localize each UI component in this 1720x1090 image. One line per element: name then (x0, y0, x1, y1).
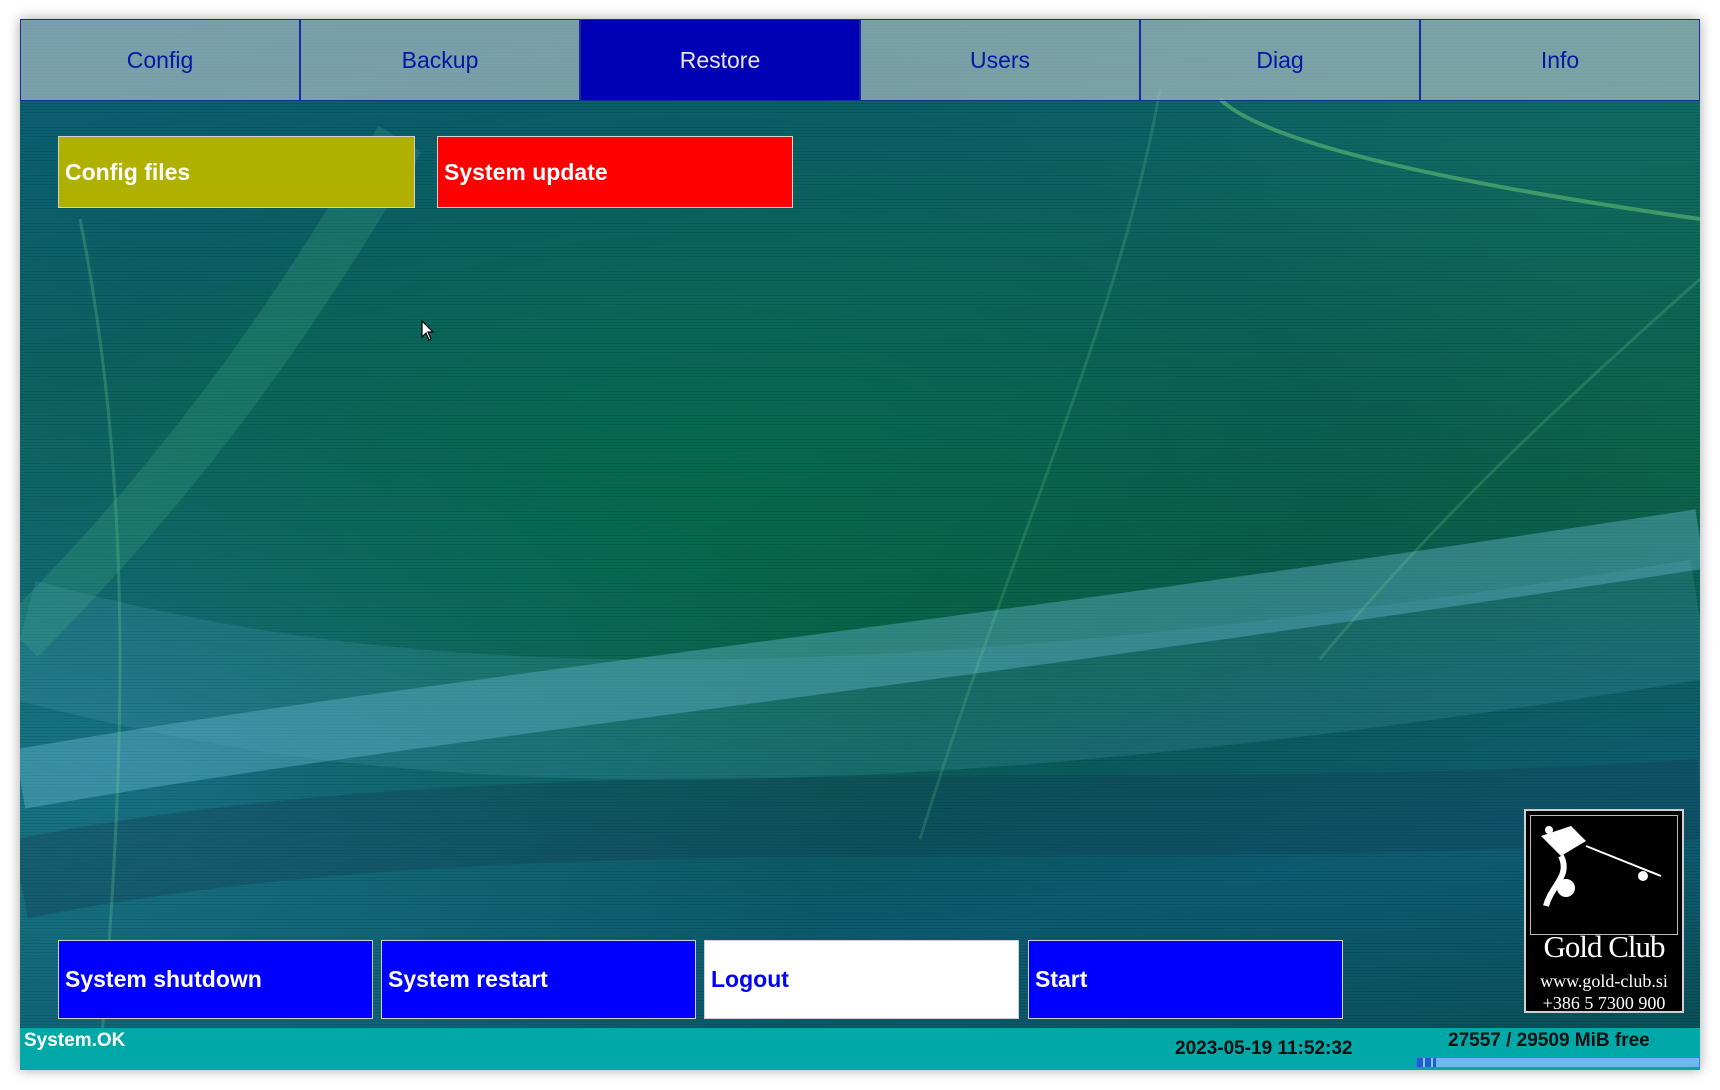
disk-usage-fill (1417, 1058, 1436, 1067)
system-shutdown-button[interactable]: System shutdown (58, 940, 373, 1019)
clock-display: 2023-05-19 11:52:32 (1175, 1038, 1353, 1059)
logo-artwork (1530, 815, 1678, 935)
system-status-text: System.OK (24, 1030, 126, 1051)
tab-info[interactable]: Info (1420, 19, 1700, 101)
tab-config[interactable]: Config (20, 19, 300, 101)
gold-club-logo: Gold Club www.gold-club.si +386 5 7300 9… (1524, 809, 1684, 1013)
status-bar: System.OK 2023-05-19 11:52:32 27557 / 29… (20, 1028, 1700, 1070)
mouse-pointer-icon (421, 320, 435, 341)
config-files-button[interactable]: Config files (58, 136, 415, 208)
logout-button[interactable]: Logout (704, 940, 1019, 1019)
system-restart-button[interactable]: System restart (381, 940, 696, 1019)
disk-usage-bar (1416, 1057, 1700, 1068)
app-window: Config Backup Restore Users Diag Info Co… (20, 19, 1700, 1070)
tab-diag[interactable]: Diag (1140, 19, 1420, 101)
logo-phone: +386 5 7300 900 (1542, 993, 1666, 1013)
tab-restore[interactable]: Restore (580, 19, 860, 101)
start-button[interactable]: Start (1028, 940, 1343, 1019)
logo-name: Gold Club (1543, 929, 1665, 964)
tab-backup[interactable]: Backup (300, 19, 580, 101)
tab-bar: Config Backup Restore Users Diag Info (20, 19, 1700, 103)
disk-free-text: 27557 / 29509 MiB free (1448, 1030, 1650, 1051)
tab-users[interactable]: Users (860, 19, 1140, 101)
system-update-button[interactable]: System update (437, 136, 793, 208)
logo-url: www.gold-club.si (1540, 971, 1668, 991)
